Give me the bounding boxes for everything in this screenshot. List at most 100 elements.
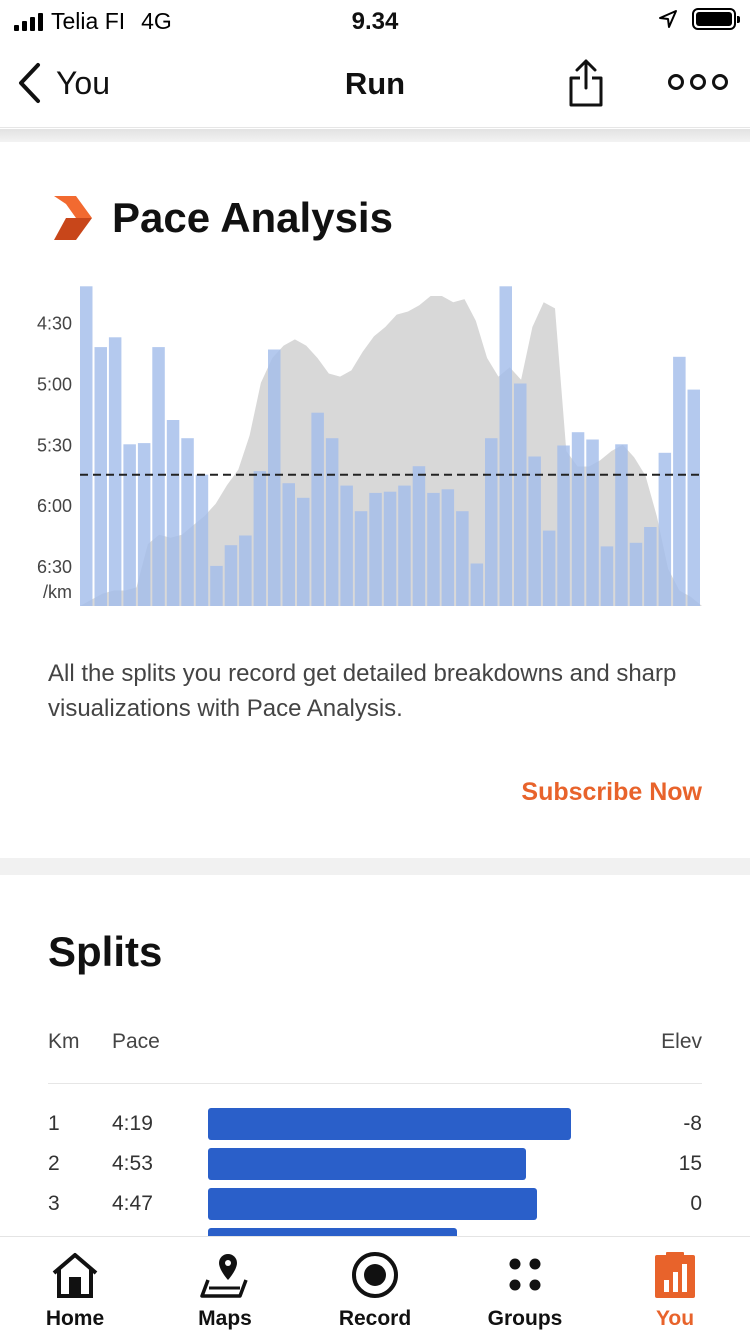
record-icon [352, 1252, 398, 1298]
pace-bar [687, 389, 700, 606]
y-tick-label: 5:00 [37, 375, 72, 395]
share-button[interactable] [568, 58, 604, 113]
status-time: 9.34 [351, 8, 399, 35]
tab-maps[interactable]: Maps [150, 1247, 300, 1331]
pace-bar [239, 535, 252, 606]
pace-bar [586, 439, 599, 606]
split-pace-bar [208, 1188, 537, 1220]
split-pace: 4:53 [112, 1152, 153, 1175]
header-km: Km [48, 1030, 80, 1053]
tab-you-label: You [655, 1307, 695, 1330]
tab-maps-label: Maps [198, 1307, 252, 1330]
y-axis-unit-label: /km [43, 582, 72, 602]
split-pace-bar [208, 1108, 571, 1140]
split-row: 1 4:19 -8 [48, 1108, 702, 1140]
pace-bar [615, 444, 628, 606]
more-dot-icon [668, 74, 684, 90]
pace-bar [398, 485, 411, 606]
tab-record[interactable]: Record [300, 1247, 450, 1331]
pace-bar [311, 412, 324, 606]
nav-bar: You Run [0, 42, 750, 128]
pace-bar [94, 347, 107, 606]
more-dot-icon [690, 74, 706, 90]
pace-bar [514, 383, 527, 606]
tab-bar: Home Maps Record Groups You [0, 1236, 750, 1334]
split-km: 2 [48, 1152, 60, 1175]
maps-icon [200, 1254, 248, 1298]
pace-bar [571, 432, 585, 606]
pace-bar [542, 530, 556, 606]
pace-bar [354, 511, 368, 606]
split-elev: 0 [690, 1192, 702, 1215]
pace-bar [485, 438, 498, 606]
pace-chart-svg: 4:30 5:00 5:30 6:00 6:30/km [37, 286, 702, 606]
pace-bar [658, 452, 672, 606]
pace-bar [557, 445, 570, 606]
pace-bar [80, 286, 93, 606]
status-right [658, 8, 740, 30]
pace-bar [166, 420, 180, 606]
y-tick-label: 6:30 [37, 557, 72, 577]
split-row: 3 4:47 0 [48, 1188, 702, 1220]
page-title: Run [344, 66, 406, 101]
tab-record-label: Record [338, 1307, 412, 1330]
tab-groups-label: Groups [487, 1307, 563, 1330]
tab-home-label: Home [45, 1307, 105, 1330]
pace-bar [427, 492, 440, 606]
pace-bar [108, 337, 122, 606]
tab-you[interactable]: You [600, 1247, 750, 1331]
split-pace-bar [208, 1148, 526, 1180]
pace-bar [412, 466, 426, 606]
pace-bar [600, 546, 614, 606]
pace-bar [152, 347, 165, 606]
pace-bar [137, 443, 151, 606]
split-elev: -8 [683, 1112, 702, 1135]
header-shadow [0, 129, 750, 142]
splits-header-row: Km Pace Elev [48, 1030, 702, 1084]
status-bar: Telia FI 4G 9.34 [0, 0, 750, 42]
more-options-button[interactable] [668, 74, 728, 90]
pace-bar [195, 474, 209, 606]
pace-bar [340, 485, 353, 606]
pace-bar [253, 471, 267, 606]
share-icon [569, 59, 603, 107]
tab-home[interactable]: Home [0, 1247, 150, 1331]
header-elev: Elev [661, 1030, 702, 1053]
pace-bar [325, 438, 339, 606]
pace-bar [673, 356, 686, 606]
split-row: 2 4:53 15 [48, 1148, 702, 1180]
pace-bar [499, 286, 512, 606]
pace-bar [528, 456, 541, 606]
pace-bar [181, 438, 194, 606]
pace-analysis-header: Pace Analysis [52, 194, 393, 242]
home-icon [52, 1253, 98, 1298]
pace-bar [470, 563, 484, 606]
more-dot-icon [712, 74, 728, 90]
pace-bar [644, 527, 657, 606]
split-pace: 4:47 [112, 1192, 153, 1215]
pace-bar [297, 497, 310, 606]
y-tick-label: 5:30 [37, 435, 72, 455]
strava-chevron-logo-icon [54, 196, 92, 240]
split-elev: 15 [678, 1152, 702, 1175]
split-km: 1 [48, 1112, 60, 1135]
you-icon [655, 1252, 695, 1298]
pace-analysis-title: Pace Analysis [112, 194, 393, 241]
split-km: 3 [48, 1192, 60, 1215]
groups-icon [509, 1258, 541, 1291]
pace-analysis-description: All the splits you record get detailed b… [48, 660, 677, 722]
y-tick-label: 4:30 [37, 314, 72, 334]
pace-bar [282, 483, 295, 606]
split-pace: 4:19 [112, 1112, 153, 1135]
pace-bar [224, 545, 238, 606]
pace-bar [369, 492, 382, 606]
pace-bar [383, 491, 397, 606]
pace-bar [629, 542, 643, 606]
tab-groups[interactable]: Groups [450, 1247, 600, 1331]
battery-icon [692, 8, 740, 30]
pace-bar [441, 489, 455, 606]
subscribe-now-link[interactable]: Subscribe Now [521, 778, 702, 807]
y-tick-label: 6:00 [37, 496, 72, 516]
location-arrow-icon [659, 10, 677, 28]
splits-title: Splits [48, 928, 163, 975]
